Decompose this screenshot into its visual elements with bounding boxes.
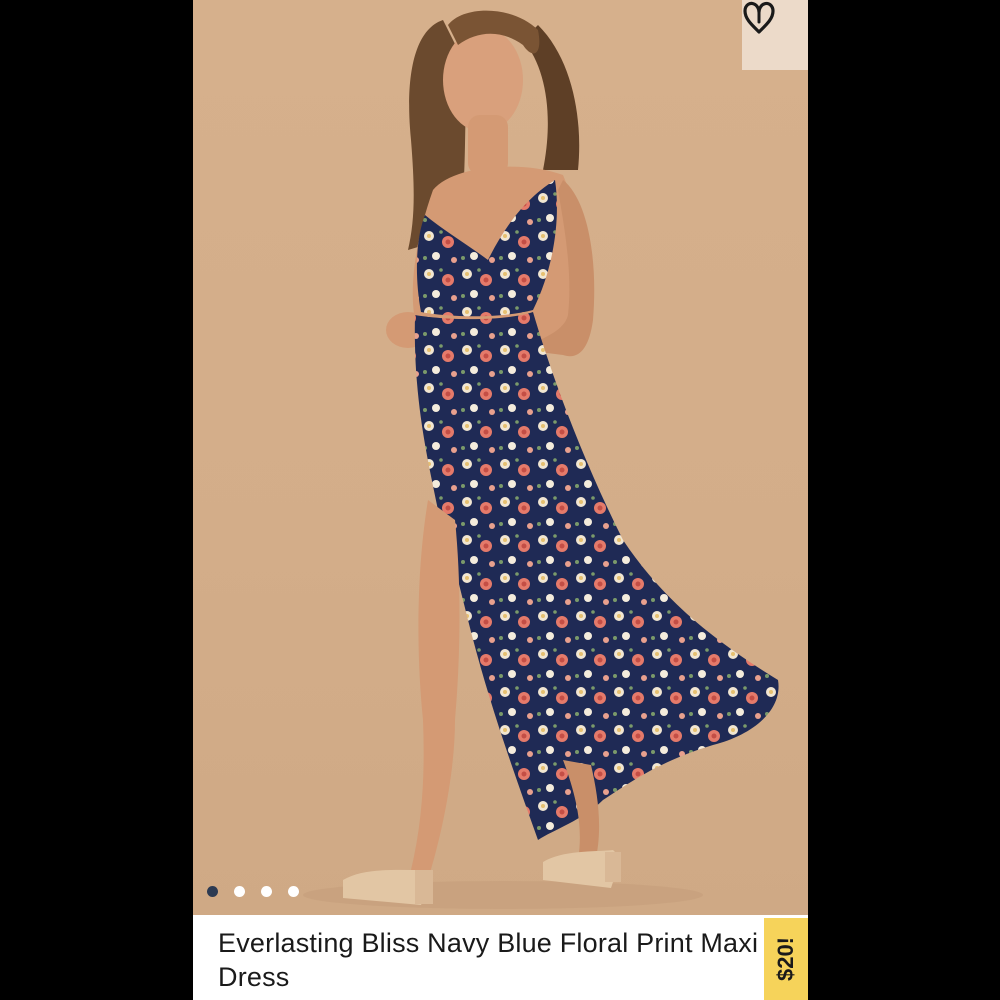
price-label: $20! [773,936,798,982]
product-card[interactable]: Everlasting Bliss Navy Blue Floral Print… [193,0,808,1000]
favorite-button[interactable] [742,0,808,70]
carousel-dot-2[interactable] [234,886,245,897]
product-title[interactable]: Everlasting Bliss Navy Blue Floral Print… [218,926,763,994]
carousel-dots [207,886,299,897]
carousel-dot-4[interactable] [288,886,299,897]
model-illustration [303,10,779,909]
carousel-dot-1[interactable] [207,886,218,897]
price-badge: $20! [764,918,808,1000]
product-image[interactable] [193,0,808,915]
carousel-dot-3[interactable] [261,886,272,897]
